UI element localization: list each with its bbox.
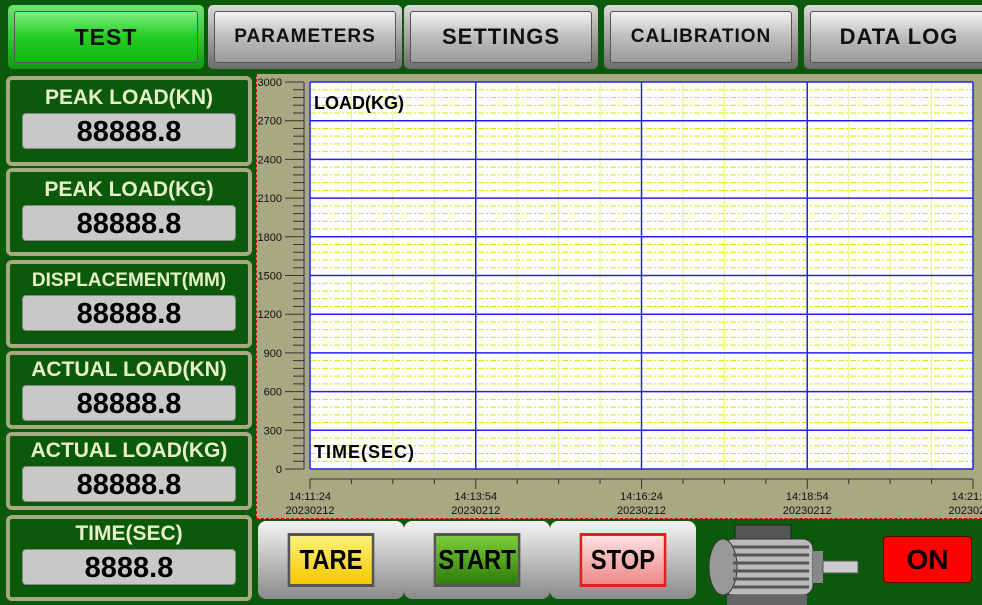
tare-label: TARE: [287, 533, 375, 587]
status-indicator: ON: [883, 536, 972, 583]
readout-value: 88888.8: [22, 295, 236, 331]
chart-svg: 0 300 600 900 1200 1500 1800 2100 2400 2700 3000 14…: [258, 77, 982, 517]
y-tick-label: 2100: [258, 193, 282, 205]
readout-label: DISPLACEMENT(MM): [31, 270, 227, 291]
motor-icon: [708, 524, 859, 605]
readout-peak-load-kg-: PEAK LOAD(KG) 88888.8: [6, 168, 252, 256]
start-label: START: [433, 533, 521, 587]
tab-label: DATA LOG: [810, 11, 982, 63]
y-tick-label: 2400: [258, 154, 282, 166]
x-tick-date: 20230212: [286, 505, 335, 517]
y-tick-label: 300: [264, 425, 282, 437]
readout-value: 88888.8: [22, 466, 236, 502]
readout-time-sec-: TIME(SEC) 8888.8: [6, 515, 252, 601]
x-tick-date: 20230212: [617, 505, 666, 517]
readout-value: 88888.8: [22, 205, 236, 241]
stop-button[interactable]: STOP: [550, 521, 696, 599]
tab-label: PARAMETERS: [214, 11, 396, 63]
y-tick-label: 1200: [258, 309, 282, 321]
tab-calibration[interactable]: CALIBRATION: [604, 5, 798, 69]
tare-button[interactable]: TARE: [258, 521, 404, 599]
readout-label: PEAK LOAD(KN): [45, 86, 213, 109]
x-tick-time: 14:16:24: [620, 491, 663, 503]
x-tick-time: 14:18:54: [786, 491, 829, 503]
tab-label: SETTINGS: [410, 11, 592, 63]
x-tick-time: 14:21:24: [952, 491, 982, 503]
tab-parameters[interactable]: PARAMETERS: [208, 5, 402, 69]
readout-label: ACTUAL LOAD(KN): [31, 358, 227, 381]
readout-value: 8888.8: [22, 549, 236, 585]
y-tick-label: 1800: [258, 232, 282, 244]
readout-label: TIME(SEC): [75, 522, 183, 545]
start-button[interactable]: START: [404, 521, 550, 599]
tab-data-log[interactable]: DATA LOG: [804, 5, 982, 69]
y-tick-label: 900: [264, 348, 282, 360]
y-tick-label: 1500: [258, 271, 282, 283]
readout-displacement-mm-: DISPLACEMENT(MM) 88888.8: [6, 260, 252, 348]
readout-value: 88888.8: [22, 385, 236, 421]
readout-label: ACTUAL LOAD(KG): [30, 439, 228, 462]
readout-actual-load-kn-: ACTUAL LOAD(KN) 88888.8: [6, 351, 252, 429]
x-tick-date: 20230212: [783, 505, 832, 517]
y-tick-label: 2700: [258, 116, 282, 128]
x-tick-date: 20230212: [949, 505, 982, 517]
x-axis-label: TIME(SEC): [314, 442, 415, 462]
y-tick-label: 0: [276, 464, 282, 476]
tab-test[interactable]: TEST: [8, 5, 204, 69]
readout-peak-load-kn-: PEAK LOAD(KN) 88888.8: [6, 76, 252, 166]
tab-label: TEST: [14, 11, 198, 63]
readout-label: PEAK LOAD(KG): [44, 178, 214, 201]
load-time-chart: 0 300 600 900 1200 1500 1800 2100 2400 2700 3000 14…: [256, 74, 982, 519]
y-axis-label: LOAD(KG): [314, 93, 404, 113]
x-tick-time: 14:13:54: [454, 491, 497, 503]
readout-actual-load-kg-: ACTUAL LOAD(KG) 88888.8: [6, 432, 252, 510]
tab-settings[interactable]: SETTINGS: [404, 5, 598, 69]
stop-label: STOP: [579, 533, 667, 587]
y-tick-label: 600: [264, 387, 282, 399]
x-tick-date: 20230212: [451, 505, 500, 517]
x-tick-time: 14:11:24: [289, 491, 331, 503]
tab-label: CALIBRATION: [610, 11, 792, 63]
readout-value: 88888.8: [22, 113, 236, 149]
y-tick-label: 3000: [258, 77, 282, 89]
